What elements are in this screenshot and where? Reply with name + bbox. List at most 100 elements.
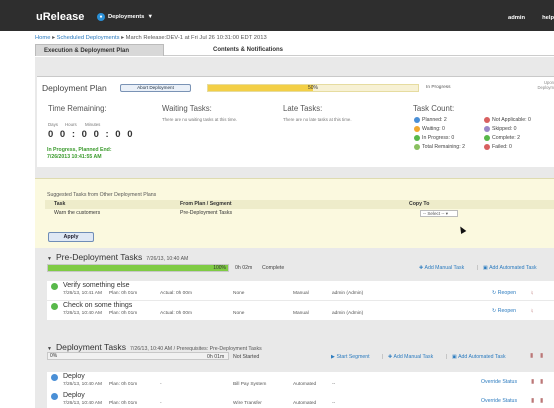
trash-icon[interactable]: ▮ [540,378,543,385]
task-actual: Actual: 0h 00m [160,311,192,316]
tab-execution-plan[interactable]: Execution & Deployment Plan [35,44,164,56]
apply-button[interactable]: Apply [48,232,94,242]
suggested-task-name: Warn the customers [54,210,101,216]
reopen-label: Reopen [497,308,516,314]
reopen-label: Reopen [497,290,516,296]
task-row[interactable]: Deploy 7/26/13, 10:40 AM Plan: 0h 01m - … [47,391,554,408]
right-hint-line: Deploym [537,85,554,90]
count-waiting-text: Waiting: 0 [422,126,445,132]
override-status-link[interactable]: Override Status [481,379,517,385]
deployments-menu[interactable]: ● Deployments ▼ [97,13,153,21]
complete-icon [484,135,490,141]
skipped-icon [484,126,490,132]
help-link[interactable]: help [542,15,554,21]
hours-label: Hours [65,122,77,127]
deployment-status: Not Started [233,354,260,360]
deployments-menu-label: Deployments [108,14,145,20]
task-type: Manual [293,291,309,296]
task-row[interactable]: Verify something else 7/26/13, 10:41 AM … [47,281,554,300]
abort-deployment-button[interactable]: Abort Deployment [120,84,191,92]
suggested-tasks-heading: Suggested Tasks from Other Deployment Pl… [47,192,157,198]
task-actual: Actual: 0h 00m [160,291,192,296]
deployment-title-text: Deployment Tasks [55,342,127,352]
edit-icon[interactable]: ▮ [531,397,534,404]
count-in-progress-text: In Progress: 0 [422,135,455,141]
task-type: Automated [293,401,317,406]
count-skipped-text: Skipped: 0 [492,126,517,132]
breadcrumb-separator: ▸ [121,35,125,41]
task-name: Deploy [63,373,85,380]
task-target: None [233,311,245,316]
count-complete: Complete: 2 [484,135,520,141]
add-automated-task-link[interactable]: ▣ Add Automated Task [483,265,537,271]
planned-icon [51,393,58,400]
task-plan: Plan: 0h 01m [109,401,138,406]
user-menu[interactable]: admin [508,15,525,21]
top-navigation-bar: uRelease ● Deployments ▼ admin help [0,0,554,31]
pin-icon[interactable]: ♮ [531,308,533,315]
task-date: 7/26/13, 10:40 AM [63,382,102,387]
complete-icon [51,303,58,310]
table-row: Warn the customers Pre-Deployment Tasks … [45,209,554,218]
pre-deployment-progress-fill [48,265,228,271]
task-date: 7/26/13, 10:41 AM [63,291,102,296]
pre-deployment-title[interactable]: ▼ Pre-Deployment Tasks 7/26/13, 10:40 AM [47,252,188,262]
count-total-remaining: Total Remaining: 2 [414,144,465,150]
task-row[interactable]: Check on some things 7/26/13, 10:40 AM P… [47,301,554,320]
task-plan: Plan: 0h 01m [109,311,138,316]
failed-icon [484,144,490,150]
collapse-caret-icon[interactable]: ▼ [47,256,52,262]
task-date: 7/26/13, 10:40 AM [63,311,102,316]
edit-icon[interactable]: ▮ [531,378,534,385]
tab-contents-notifications[interactable]: Contents & Notifications [205,44,291,56]
deployment-progress-bar: 0% [47,352,229,360]
add-manual-label: Add Manual Task [424,265,465,271]
action-separator: | [477,265,479,271]
plan-status-text: In Progress [426,85,451,90]
add-manual-task-link[interactable]: ✚ Add Manual Task [419,265,464,271]
copy-to-select[interactable]: -- Select -- ▾ [420,210,458,217]
trash-icon[interactable]: ▮ [540,397,543,404]
suggested-tasks-panel: Suggested Tasks from Other Deployment Pl… [35,178,554,248]
count-skipped: Skipped: 0 [484,126,517,132]
reopen-link[interactable]: ↻ Reopen [492,290,516,296]
task-target: Wire Transfer [233,401,262,406]
deployment-plan-panel: Deployment Plan Abort Deployment 50% In … [37,76,554,167]
override-status-link[interactable]: Override Status [481,398,517,404]
suggested-tasks-table: Task From Plan / Segment Copy To Warn th… [45,200,554,218]
table-header-row: Task From Plan / Segment Copy To [45,200,554,209]
deployments-icon: ● [97,13,105,21]
count-na-text: Not Applicable: 0 [492,117,531,123]
count-in-progress: In Progress: 0 [414,135,454,141]
waiting-icon [414,126,420,132]
action-separator: | [382,354,384,360]
pin-icon[interactable]: ♮ [531,290,533,297]
add-automated-label: Add Automated Task [489,265,537,271]
add-automated-task-link[interactable]: ▣ Add Automated Task [452,354,506,360]
deployment-progress-text: 0% [50,353,58,359]
add-manual-task-link[interactable]: ✚ Add Manual Task [388,354,433,360]
planned-icon [51,374,58,381]
deployment-title[interactable]: ▼ Deployment Tasks 7/26/13, 10:40 AM / P… [47,342,262,352]
breadcrumb-home[interactable]: Home [35,35,50,41]
plan-title: Deployment Plan [42,83,107,93]
task-row[interactable]: Deploy 7/26/13, 10:40 AM Plan: 0h 01m - … [47,372,554,391]
document-icon[interactable]: ▮ [530,352,533,359]
start-segment-link[interactable]: ▶ Start Segment [331,354,370,360]
reopen-link[interactable]: ↻ Reopen [492,308,516,314]
count-waiting: Waiting: 0 [414,126,445,132]
action-separator: | [446,354,448,360]
page-tabs: Execution & Deployment Plan Contents & N… [35,44,554,56]
in-progress-icon [414,135,420,141]
minutes-label: Minutes [85,122,101,127]
suggested-task-from: Pre-Deployment Tasks [180,210,233,216]
time-status-line: In Progress, Planned End: [47,147,112,153]
late-tasks-note: There are no late tasks at this time. [283,117,352,122]
column-header-task: Task [54,201,66,207]
breadcrumb-scheduled[interactable]: Scheduled Deployments [57,35,120,41]
count-not-applicable: Not Applicable: 0 [484,117,531,123]
plan-right-hint: Upon Deploym [537,80,554,90]
task-target: None [233,291,245,296]
trash-icon[interactable]: ▮ [540,352,543,359]
waiting-tasks-title: Waiting Tasks: [162,104,212,113]
